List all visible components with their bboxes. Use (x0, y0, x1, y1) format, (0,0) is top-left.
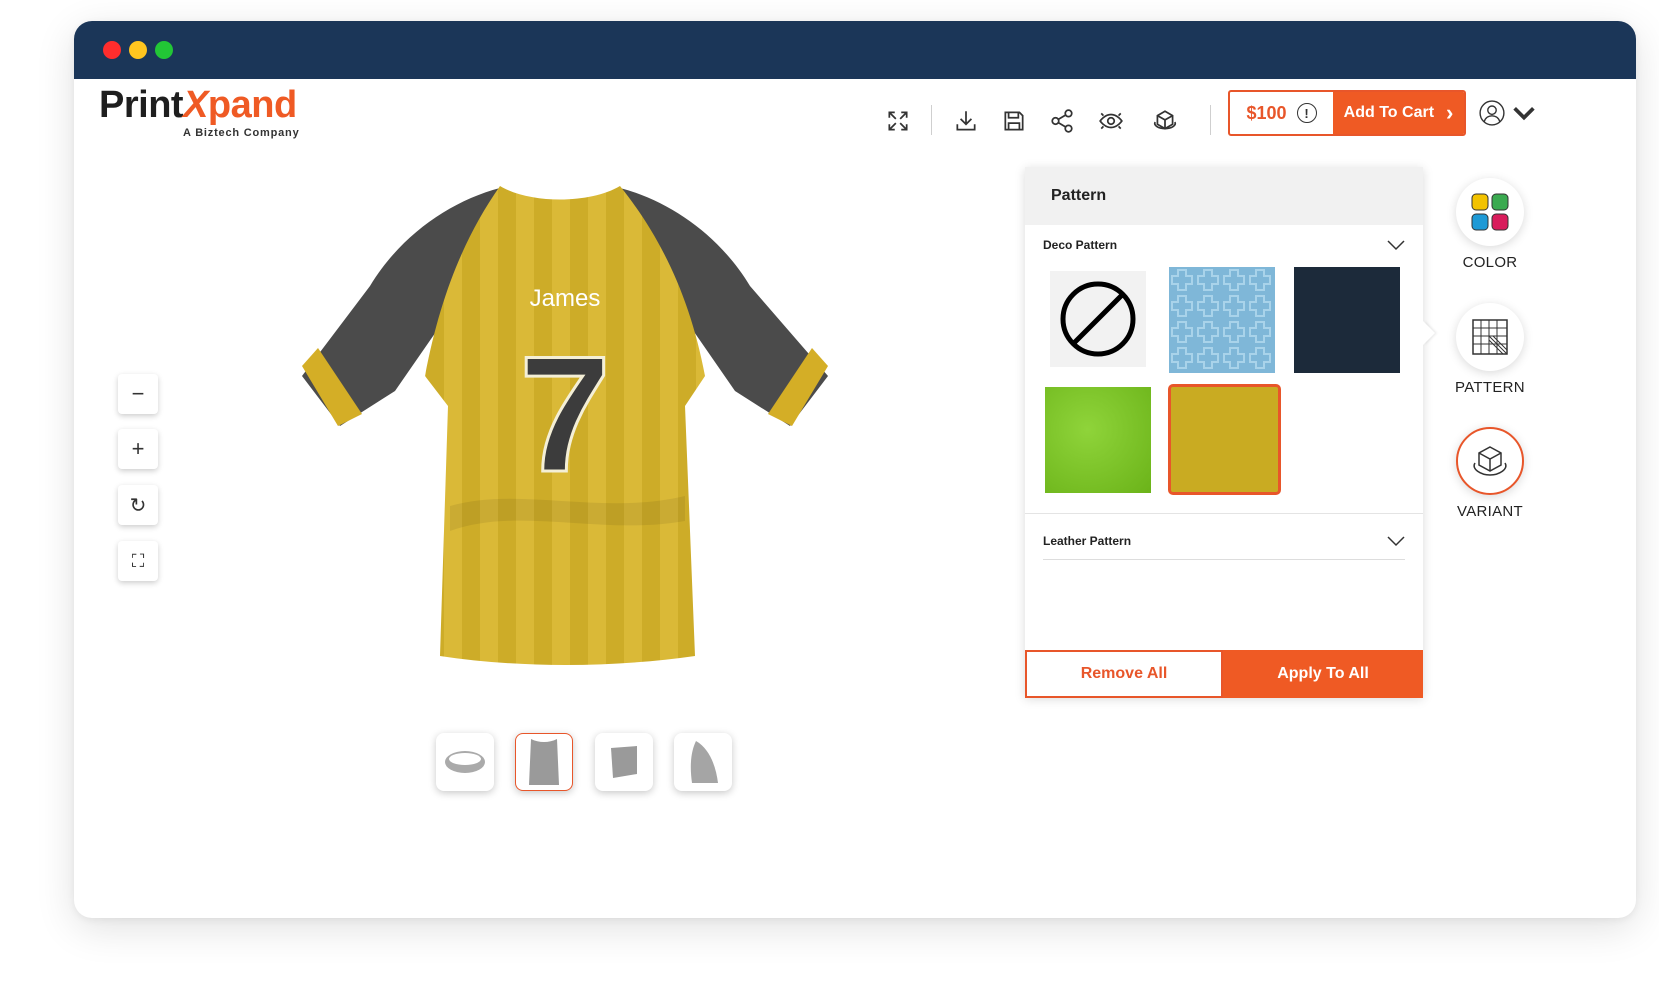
pattern-icon (1472, 319, 1508, 355)
zoom-in-button[interactable]: + (118, 429, 158, 469)
no-pattern-icon (1060, 281, 1136, 357)
logo-text-print: Print (99, 84, 184, 126)
share-icon[interactable] (1044, 103, 1080, 139)
remove-all-button[interactable]: Remove All (1025, 650, 1223, 698)
part-thumb-body[interactable] (515, 733, 573, 791)
chevron-right-icon: › (1446, 100, 1454, 125)
user-avatar-icon (1479, 100, 1505, 126)
side-nav-color[interactable]: COLOR (1445, 178, 1535, 271)
swatch-green[interactable] (1045, 387, 1151, 493)
part-thumb-sleeve[interactable] (674, 733, 732, 791)
maximize-window-button[interactable] (155, 41, 173, 59)
side-nav-variant-label: VARIANT (1457, 503, 1523, 520)
apply-to-all-button[interactable]: Apply To All (1223, 650, 1423, 698)
add-to-cart-button[interactable]: Add To Cart › (1333, 92, 1464, 134)
sleeve-icon (690, 741, 718, 783)
part-thumb-panel[interactable] (595, 733, 653, 791)
logo-text-x: X (183, 84, 208, 126)
swatch-gold[interactable] (1168, 384, 1281, 495)
jersey-3d-preview[interactable]: James 7 (300, 176, 840, 676)
deco-pattern-header[interactable]: Deco Pattern (1043, 230, 1405, 260)
side-nav-pattern[interactable]: PATTERN (1445, 303, 1535, 396)
chevron-down-icon (1387, 535, 1405, 546)
download-icon[interactable] (948, 103, 984, 139)
collar-icon (445, 751, 485, 773)
swatch-none[interactable] (1050, 271, 1146, 367)
zoom-out-button[interactable]: − (118, 374, 158, 414)
side-nav-color-label: COLOR (1462, 254, 1518, 271)
toolbar-divider (1210, 105, 1211, 135)
section-divider (1025, 513, 1423, 514)
close-window-button[interactable] (103, 41, 121, 59)
panel-icon (611, 746, 637, 778)
chevron-down-icon (1513, 107, 1535, 121)
panel-actions: Remove All Apply To All (1025, 650, 1423, 698)
title-bar (74, 21, 1636, 79)
add-to-cart-label: Add To Cart (1343, 104, 1435, 121)
logo-tagline: A Biztech Company (183, 127, 300, 139)
swatch-blue-cross[interactable] (1169, 267, 1275, 373)
expand-icon[interactable] (880, 103, 916, 139)
price-value: $100 (1246, 102, 1287, 123)
leather-pattern-header[interactable]: Leather Pattern (1043, 522, 1405, 560)
jersey-name: James (530, 285, 601, 312)
body-icon (529, 739, 559, 785)
chevron-down-icon (1387, 240, 1405, 251)
logo-text-pand: pand (207, 84, 297, 126)
panel-pointer (1423, 321, 1435, 345)
rotate-button[interactable]: ↻ (118, 485, 158, 525)
pattern-panel: Pattern Deco Pattern Leather Pattern Rem… (1025, 167, 1423, 698)
toolbar-divider (931, 105, 932, 135)
user-menu[interactable] (1478, 93, 1538, 133)
preview-icon[interactable] (1093, 103, 1129, 139)
jersey-number: 7 (519, 322, 611, 506)
side-nav-variant[interactable]: VARIANT (1445, 427, 1535, 520)
cart-box: $100 ! Add To Cart › (1228, 90, 1466, 136)
app-window: PrintXpand A Biztech Company $100 ! Add … (74, 21, 1636, 918)
brand-logo[interactable]: PrintXpand A Biztech Company (99, 84, 299, 139)
leather-pattern-label: Leather Pattern (1043, 533, 1132, 548)
price-info-icon[interactable]: ! (1296, 103, 1317, 123)
variant-icon (1473, 446, 1507, 476)
fullscreen-button[interactable]: ⛶ (118, 541, 158, 581)
part-thumb-collar[interactable] (436, 733, 494, 791)
swatch-dark-navy[interactable] (1294, 267, 1400, 373)
pattern-panel-title: Pattern (1025, 167, 1423, 225)
color-palette-icon (1471, 193, 1509, 231)
deco-pattern-label: Deco Pattern (1043, 238, 1118, 252)
blue-cross-pattern-icon (1169, 267, 1275, 373)
minimize-window-button[interactable] (129, 41, 147, 59)
save-icon[interactable] (996, 103, 1032, 139)
side-nav-pattern-label: PATTERN (1455, 379, 1525, 396)
3d-view-icon[interactable] (1147, 103, 1183, 139)
price-display[interactable]: $100 ! (1230, 92, 1333, 134)
